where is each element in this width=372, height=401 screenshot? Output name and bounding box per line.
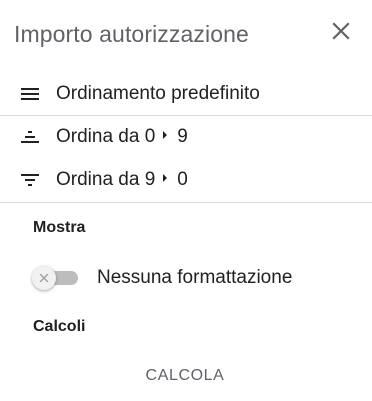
calc-section-title: Calcoli <box>33 318 86 335</box>
sort-ascending-from: Ordina da 0 <box>56 126 156 147</box>
sort-descending-icon <box>18 170 42 190</box>
sort-descending-option[interactable]: Ordina da 9 0 <box>0 160 372 200</box>
toggle-off-icon <box>39 273 49 283</box>
calculate-button[interactable]: CALCOLA <box>130 358 240 394</box>
menu-lines-icon <box>18 84 42 104</box>
display-section-title: Mostra <box>33 219 86 236</box>
sort-ascending-to: 9 <box>177 126 188 147</box>
close-icon <box>331 21 351 46</box>
panel-title: Importo autorizzazione <box>14 21 249 47</box>
toggle-thumb <box>32 266 56 290</box>
sort-descending-to: 0 <box>177 169 188 190</box>
divider <box>0 115 372 116</box>
sort-descending-from: Ordina da 9 <box>56 169 156 190</box>
sort-ascending-icon <box>18 127 42 147</box>
sort-descending-label: Ordina da 9 0 <box>56 169 188 191</box>
no-format-label: Nessuna formattazione <box>97 267 293 288</box>
sort-ascending-option[interactable]: Ordina da 0 9 <box>0 117 372 157</box>
sort-default-label: Ordinamento predefinito <box>56 83 260 104</box>
panel-header: Importo autorizzazione <box>0 0 372 70</box>
arrow-right-icon <box>163 173 168 182</box>
column-options-panel: Importo autorizzazione Ordinamento prede… <box>0 0 372 401</box>
sort-default-option[interactable]: Ordinamento predefinito <box>0 74 372 114</box>
divider <box>0 202 372 203</box>
no-format-toggle[interactable] <box>32 266 80 290</box>
sort-ascending-label: Ordina da 0 9 <box>56 126 188 148</box>
close-button[interactable] <box>326 18 356 48</box>
arrow-right-icon <box>163 130 168 139</box>
format-toggle-row: Nessuna formattazione <box>0 258 372 298</box>
